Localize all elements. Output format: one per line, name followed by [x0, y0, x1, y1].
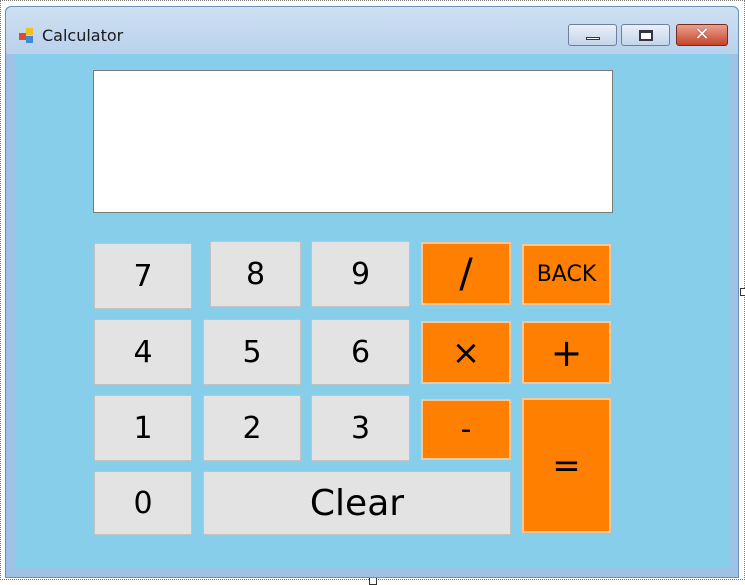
key-7[interactable]: 7	[94, 243, 192, 309]
multiply-button[interactable]: ×	[421, 321, 511, 384]
equals-button[interactable]: =	[522, 398, 611, 533]
key-6[interactable]: 6	[311, 319, 410, 385]
key-8[interactable]: 8	[210, 241, 301, 307]
title-bar[interactable]: Calculator ✕	[6, 7, 738, 54]
maximize-button[interactable]	[621, 24, 670, 46]
resize-handle-bottom[interactable]	[369, 577, 377, 585]
maximize-icon	[639, 30, 653, 41]
key-1[interactable]: 1	[94, 395, 192, 461]
key-5[interactable]: 5	[203, 319, 301, 385]
key-4[interactable]: 4	[94, 319, 192, 385]
app-icon	[19, 28, 35, 44]
divide-button[interactable]: /	[421, 242, 511, 305]
display-textbox[interactable]	[93, 70, 613, 213]
minimize-icon	[586, 37, 600, 40]
key-0[interactable]: 0	[94, 471, 192, 535]
close-button[interactable]: ✕	[676, 24, 728, 46]
window-title: Calculator	[42, 26, 124, 45]
key-2[interactable]: 2	[203, 395, 301, 461]
key-9[interactable]: 9	[311, 241, 410, 307]
minus-button[interactable]: -	[421, 399, 511, 460]
plus-button[interactable]: +	[522, 321, 611, 384]
form-client-area: 7 8 9 / BACK 4 5 6 × + 1 2 3 - = 0 Clear	[15, 54, 729, 568]
clear-button[interactable]: Clear	[203, 471, 511, 535]
minimize-button[interactable]	[568, 24, 617, 46]
back-button[interactable]: BACK	[522, 244, 611, 305]
key-3[interactable]: 3	[311, 395, 410, 461]
resize-handle-right[interactable]	[740, 288, 745, 296]
close-icon: ✕	[694, 24, 710, 45]
calculator-window: Calculator ✕ 7 8 9 / BACK 4 5 6 × + 1 2 …	[5, 6, 739, 578]
